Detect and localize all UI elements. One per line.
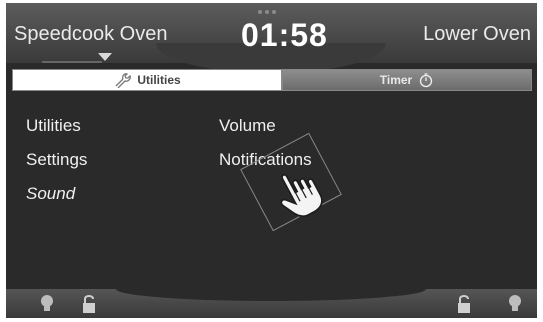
menu-item-settings[interactable]: Settings	[26, 147, 87, 181]
tab-utilities-label: Utilities	[137, 73, 181, 87]
tab-timer[interactable]: Timer	[282, 69, 532, 91]
clock-display: 01:58	[241, 17, 328, 53]
pointing-hand-icon	[280, 173, 323, 218]
header-divider	[42, 61, 102, 63]
main-menu: Utilities Settings Sound	[26, 113, 87, 215]
header-bar: Speedcook Oven 01:58 Lower Oven	[6, 3, 537, 73]
clock-indicator-dots	[258, 10, 278, 14]
tab-bar: Utilities Timer	[6, 65, 537, 91]
unlock-icon[interactable]	[456, 293, 474, 315]
wrench-icon	[115, 73, 132, 88]
footer-curve	[116, 277, 426, 301]
right-oven-title[interactable]: Lower Oven	[423, 23, 531, 46]
menu-item-sound[interactable]: Sound	[26, 181, 87, 215]
lightbulb-icon[interactable]	[38, 293, 56, 315]
tab-utilities[interactable]: Utilities	[12, 69, 282, 91]
tab-timer-label: Timer	[379, 73, 413, 87]
dropdown-arrow-icon	[98, 53, 112, 61]
oven-display: Speedcook Oven 01:58 Lower Oven Utilitie…	[6, 3, 537, 318]
lightbulb-icon[interactable]	[506, 293, 524, 315]
menu-item-utilities[interactable]: Utilities	[26, 113, 87, 147]
footer-bar	[6, 277, 537, 318]
unlock-icon[interactable]	[81, 293, 99, 315]
left-oven-title[interactable]: Speedcook Oven	[14, 23, 167, 46]
stopwatch-icon	[420, 73, 433, 88]
